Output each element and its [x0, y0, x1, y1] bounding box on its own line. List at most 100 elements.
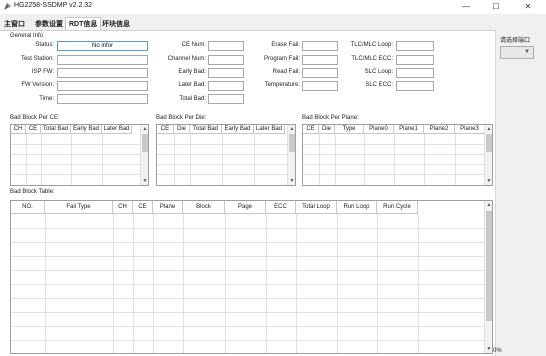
temperature-field[interactable] — [302, 81, 338, 91]
column-header[interactable]: Early Bad — [222, 125, 254, 134]
scroll-down-icon[interactable]: ▼ — [485, 345, 492, 353]
column-header[interactable]: Plane0 — [364, 125, 394, 134]
column-header[interactable]: Later Bad — [102, 125, 132, 134]
grid-line — [364, 134, 365, 185]
grid-line — [174, 134, 175, 185]
vertical-scrollbar[interactable]: ▲ ▼ — [484, 201, 492, 353]
ce-num-label: CE Num: — [181, 42, 206, 48]
early-bad-label: Early Bad: — [178, 69, 206, 75]
column-header[interactable]: CE — [303, 125, 319, 134]
column-header[interactable]: CE — [157, 125, 174, 134]
total-bad-field[interactable] — [208, 94, 244, 104]
scroll-thumb[interactable] — [486, 211, 492, 321]
scroll-thumb[interactable] — [289, 134, 295, 152]
column-header[interactable]: Early Bad — [71, 125, 102, 134]
minimize-button[interactable]: — — [452, 0, 480, 14]
column-header[interactable]: Die — [319, 125, 335, 134]
bad-block-table-title: Bad Block Table: — [10, 189, 55, 195]
fw-version-label: FW Version: — [21, 82, 54, 88]
later-bad-field[interactable] — [208, 81, 244, 91]
grid-line — [45, 214, 46, 353]
vertical-scrollbar[interactable]: ▲ ▼ — [484, 125, 492, 185]
column-header[interactable]: Block — [183, 201, 225, 214]
grid-line — [133, 214, 134, 353]
grid-line — [11, 340, 485, 341]
column-header[interactable]: Total Bad — [190, 125, 222, 134]
column-header[interactable]: ECC — [266, 201, 296, 214]
channel-num-field[interactable] — [208, 55, 244, 65]
vertical-scrollbar[interactable]: ▲ ▼ — [287, 125, 295, 185]
scroll-up-icon[interactable]: ▲ — [141, 125, 148, 133]
tab-rdt-info[interactable]: RDT信息 — [65, 17, 102, 31]
column-header[interactable]: Page — [225, 201, 266, 214]
column-header[interactable]: Plane2 — [424, 125, 455, 134]
maximize-button[interactable]: ☐ — [482, 0, 510, 14]
program-fail-field[interactable] — [302, 55, 338, 65]
port-select[interactable]: ▼ — [500, 46, 534, 59]
column-header[interactable]: CE — [26, 125, 41, 134]
slc-loop-field[interactable] — [396, 68, 434, 78]
grid-line — [11, 270, 485, 271]
time-field[interactable] — [57, 94, 148, 104]
column-header[interactable]: CE — [133, 201, 153, 214]
scroll-thumb[interactable] — [486, 134, 492, 152]
column-header[interactable]: Total Bad — [41, 125, 71, 134]
column-header[interactable]: Run Cycle — [377, 201, 418, 214]
grid-line — [394, 134, 395, 185]
status-label: Status: — [35, 42, 54, 48]
ce-num-field[interactable] — [208, 41, 244, 51]
grid-line — [11, 164, 141, 165]
column-header[interactable]: Later Bad — [254, 125, 285, 134]
grid-line — [26, 134, 27, 185]
bad-block-per-plane-table: CE Die Type Plane0 Plane1 Plane2 Plane3 … — [302, 124, 493, 186]
tab-main-window[interactable]: 主窗口 — [0, 17, 29, 31]
tlc-mlc-ecc-field[interactable] — [396, 55, 434, 65]
column-header[interactable]: Run Loop — [337, 201, 377, 214]
grid-line — [296, 214, 297, 353]
vertical-scrollbar[interactable]: ▲ ▼ — [140, 125, 148, 185]
test-station-field[interactable] — [57, 55, 148, 65]
status-field[interactable]: No infor — [57, 41, 148, 51]
isp-fw-label: ISP FW: — [31, 69, 54, 75]
column-header[interactable]: Plane1 — [394, 125, 424, 134]
grid-line — [11, 154, 141, 155]
column-header[interactable]: Plane — [153, 201, 183, 214]
grid-line — [41, 134, 42, 185]
scroll-up-icon[interactable]: ▲ — [288, 125, 295, 133]
column-header[interactable]: Type — [335, 125, 364, 134]
scroll-down-icon[interactable]: ▼ — [485, 177, 492, 185]
column-header[interactable]: NO. — [11, 201, 45, 214]
scroll-thumb[interactable] — [142, 134, 148, 152]
isp-fw-field[interactable] — [57, 68, 148, 78]
erase-fail-label: Erase Fail: — [271, 42, 300, 48]
table-header: CH CE Total Bad Early Bad Later Bad — [11, 125, 132, 134]
chevron-down-icon[interactable]: ▼ — [524, 49, 530, 55]
app-icon — [4, 3, 11, 10]
grid-line — [337, 214, 338, 353]
column-header[interactable]: Die — [174, 125, 190, 134]
grid-line — [222, 134, 223, 185]
tab-parameter-settings[interactable]: 参数设置 — [31, 17, 67, 31]
column-header[interactable]: CH — [113, 201, 133, 214]
scroll-up-icon[interactable]: ▲ — [485, 125, 492, 133]
read-fail-field[interactable] — [302, 68, 338, 78]
early-bad-field[interactable] — [208, 68, 244, 78]
fw-version-field[interactable] — [57, 81, 148, 91]
column-header[interactable]: Total Loop — [296, 201, 337, 214]
column-header[interactable]: CH — [11, 125, 26, 134]
bad-block-per-ce-table: CH CE Total Bad Early Bad Later Bad ▲ ▼ — [10, 124, 149, 186]
erase-fail-field[interactable] — [302, 41, 338, 51]
grid-line — [11, 256, 485, 257]
scroll-down-icon[interactable]: ▼ — [141, 177, 148, 185]
slc-ecc-field[interactable] — [396, 81, 434, 91]
test-station-label: Test Station: — [20, 56, 54, 62]
scroll-down-icon[interactable]: ▼ — [288, 177, 295, 185]
close-button[interactable]: ✕ — [514, 0, 542, 14]
column-header[interactable]: Plane3 — [455, 125, 485, 134]
grid-line — [113, 214, 114, 353]
column-header[interactable]: Fail Type — [45, 201, 113, 214]
tab-bad-block-info[interactable]: 坏块信息 — [98, 17, 134, 31]
scroll-up-icon[interactable]: ▲ — [485, 201, 492, 209]
tlc-mlc-loop-field[interactable] — [396, 41, 434, 51]
grid-line — [11, 312, 485, 313]
